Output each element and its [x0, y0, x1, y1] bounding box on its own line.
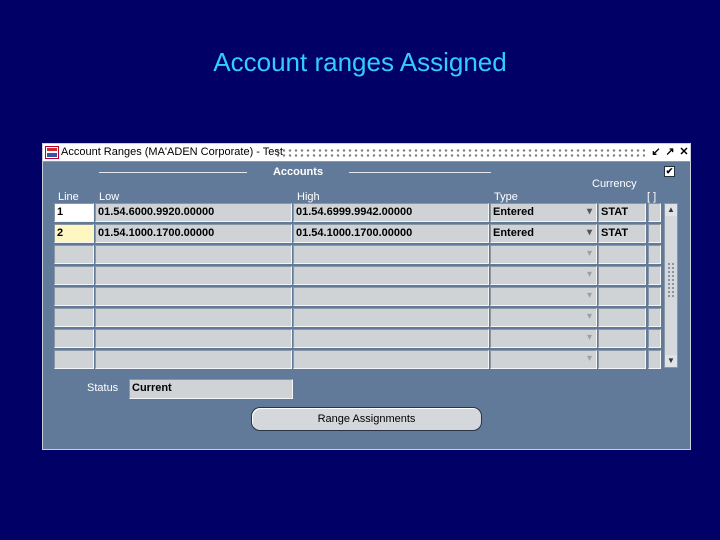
cell-line[interactable]	[54, 308, 94, 327]
cell-currency[interactable]	[598, 329, 646, 348]
cell-line[interactable]: 2	[54, 224, 94, 243]
cell-currency[interactable]	[598, 266, 646, 285]
cell-type[interactable]	[490, 245, 597, 264]
column-header-type: Type	[494, 191, 518, 203]
scroll-thumb[interactable]	[667, 262, 675, 298]
cell-extra[interactable]	[648, 329, 661, 348]
cell-extra[interactable]	[648, 266, 661, 285]
cell-low[interactable]	[95, 266, 292, 285]
grid-scrollbar[interactable]: ▲ ▼	[664, 203, 678, 368]
oracle-app-icon	[45, 146, 59, 159]
cell-line[interactable]	[54, 287, 94, 306]
cell-type[interactable]	[490, 308, 597, 327]
cell-extra[interactable]	[648, 224, 661, 243]
account-ranges-window: Account Ranges (MA'ADEN Corporate) - Tes…	[42, 143, 691, 450]
cell-extra[interactable]	[648, 203, 661, 222]
cell-low[interactable]	[95, 287, 292, 306]
column-header-extra: [ ]	[647, 191, 657, 203]
window-title: Account Ranges (MA'ADEN Corporate) - Tes…	[61, 146, 283, 158]
cell-currency[interactable]	[598, 350, 646, 369]
cell-high[interactable]	[293, 287, 489, 306]
cell-low[interactable]	[95, 350, 292, 369]
cell-line[interactable]: 1	[54, 203, 94, 222]
cell-currency[interactable]: STAT	[598, 203, 646, 222]
cell-low[interactable]: 01.54.6000.9920.00000	[95, 203, 292, 222]
column-header-currency: Currency	[592, 178, 637, 190]
cell-currency[interactable]: STAT	[598, 224, 646, 243]
scroll-up-icon[interactable]: ▲	[665, 204, 677, 216]
titlebar-pattern	[275, 148, 645, 158]
cell-type[interactable]: Entered	[490, 224, 597, 243]
cell-high[interactable]	[293, 308, 489, 327]
status-field[interactable]: Current	[129, 379, 293, 399]
cell-high[interactable]	[293, 245, 489, 264]
scroll-down-icon[interactable]: ▼	[665, 355, 677, 367]
cell-type[interactable]	[490, 287, 597, 306]
window-titlebar[interactable]: Account Ranges (MA'ADEN Corporate) - Tes…	[43, 144, 690, 162]
status-label: Status	[87, 382, 119, 394]
maximize-icon[interactable]: ↗	[663, 146, 677, 159]
column-header-low: Low	[99, 191, 120, 203]
cell-low[interactable]: 01.54.1000.1700.00000	[95, 224, 292, 243]
range-assignments-button[interactable]: Range Assignments	[251, 407, 482, 431]
cell-high[interactable]	[293, 266, 489, 285]
cell-type[interactable]	[490, 350, 597, 369]
cell-extra[interactable]	[648, 350, 661, 369]
cell-high[interactable]	[293, 350, 489, 369]
slide-title: Account ranges Assigned	[213, 47, 507, 77]
cell-high[interactable]: 01.54.6999.9942.00000	[293, 203, 489, 222]
section-divider-right	[349, 172, 491, 173]
cell-low[interactable]	[95, 329, 292, 348]
cell-low[interactable]	[95, 245, 292, 264]
cell-extra[interactable]	[648, 287, 661, 306]
cell-line[interactable]	[54, 266, 94, 285]
cell-line[interactable]	[54, 350, 94, 369]
cell-extra[interactable]	[648, 308, 661, 327]
cell-currency[interactable]	[598, 245, 646, 264]
cell-high[interactable]	[293, 329, 489, 348]
cell-extra[interactable]	[648, 245, 661, 264]
cell-type[interactable]: Entered	[490, 203, 597, 222]
cell-type[interactable]	[490, 329, 597, 348]
cell-currency[interactable]	[598, 308, 646, 327]
minimize-icon[interactable]: ↙	[649, 146, 663, 159]
cell-type[interactable]	[490, 266, 597, 285]
cell-low[interactable]	[95, 308, 292, 327]
column-header-line: Line	[58, 191, 79, 203]
cell-high[interactable]: 01.54.1000.1700.00000	[293, 224, 489, 243]
cell-currency[interactable]	[598, 287, 646, 306]
close-icon[interactable]: ✕	[677, 146, 691, 159]
column-header-high: High	[297, 191, 320, 203]
cell-line[interactable]	[54, 245, 94, 264]
cell-line[interactable]	[54, 329, 94, 348]
row-selection-checkbox[interactable]: ✔	[664, 166, 675, 177]
